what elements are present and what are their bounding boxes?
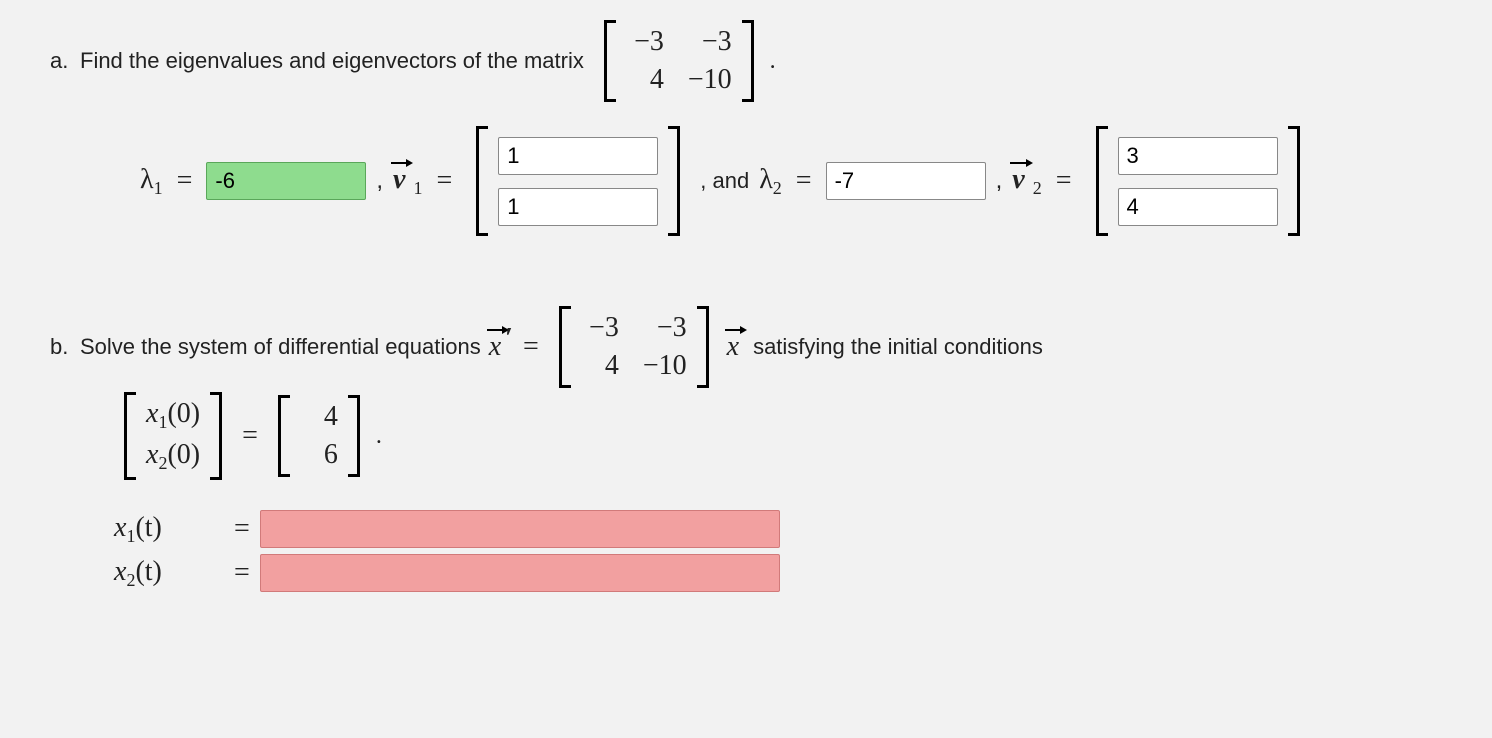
solution-inputs: x1(t) = x2(t) = (50, 510, 1442, 592)
lambda2-label: λ2 (759, 164, 782, 199)
matrix-b-r2c2: −10 (643, 350, 687, 382)
equals-x1t: = (234, 513, 250, 545)
part-a-prompt: Find the eigenvalues and eigenvectors of… (80, 48, 584, 74)
lambda2-input[interactable] (826, 162, 986, 200)
comma-1: , (376, 167, 383, 195)
x2t-label: x2(t) (114, 556, 224, 591)
part-b-letter: b. (50, 334, 80, 360)
matrix-b-r1c1: −3 (581, 312, 619, 344)
comma-2: , (996, 167, 1003, 195)
matrix-a-r1c2: −3 (688, 26, 732, 58)
equals-1: = (177, 165, 193, 197)
part-b-prompt-before: Solve the system of differential equatio… (80, 334, 481, 360)
part-a-letter: a. (50, 48, 80, 74)
initial-conditions-row: x1(0) x2(0) = 4 6 . (50, 392, 1442, 480)
problem-page: a. Find the eigenvalues and eigenvectors… (0, 0, 1492, 738)
equals-ic: = (242, 420, 258, 452)
v1-top-input[interactable] (498, 137, 658, 175)
ic-x2-0: x2(0) (146, 439, 200, 474)
equals-2: = (436, 165, 452, 197)
ic-4: 4 (300, 401, 338, 433)
equals-b1: = (523, 331, 539, 363)
matrix-a-r2c2: −10 (688, 64, 732, 96)
v1-label: v1 (393, 164, 422, 199)
v2-bottom-input[interactable] (1118, 188, 1278, 226)
part-b-prompt-after: satisfying the initial conditions (753, 334, 1043, 360)
equals-4: = (1056, 165, 1072, 197)
matrix-a-r2c1: 4 (626, 64, 664, 96)
x1t-label: x1(t) (114, 512, 224, 547)
matrix-b-r1c2: −3 (643, 312, 687, 344)
and-text: , and (700, 168, 749, 194)
ic-right-vector: 4 6 (274, 395, 364, 477)
lambda1-label: λ1 (140, 164, 163, 199)
x2t-input[interactable] (260, 554, 780, 592)
v2-top-input[interactable] (1118, 137, 1278, 175)
v1-vector (472, 126, 684, 236)
ic-period: . (376, 423, 382, 450)
x2t-row: x2(t) = (114, 554, 1442, 592)
part-b-prompt-row: b. Solve the system of differential equa… (50, 306, 1442, 388)
part-b-matrix: −3 −3 4 −10 (555, 306, 713, 388)
ic-left-vector: x1(0) x2(0) (120, 392, 226, 480)
x1t-input[interactable] (260, 510, 780, 548)
v1-bottom-input[interactable] (498, 188, 658, 226)
v2-vector (1092, 126, 1304, 236)
x1t-row: x1(t) = (114, 510, 1442, 548)
matrix-b-r2c1: 4 (581, 350, 619, 382)
equals-3: = (796, 165, 812, 197)
ic-x1-0: x1(0) (146, 398, 200, 433)
eigen-answers-row: λ1 = , v1 = , and λ2 = , v2 = (50, 126, 1442, 236)
x-prime: x′ (489, 331, 513, 363)
v2-label: v2 (1012, 164, 1041, 199)
matrix-a-r1c1: −3 (626, 26, 664, 58)
part-a-prompt-row: a. Find the eigenvalues and eigenvectors… (50, 20, 1442, 102)
equals-x2t: = (234, 557, 250, 589)
x-vec: x (727, 331, 739, 363)
part-a-matrix: −3 −3 4 −10 (600, 20, 758, 102)
ic-6: 6 (300, 439, 338, 471)
lambda1-input[interactable] (206, 162, 366, 200)
part-a-period: . (770, 48, 776, 75)
